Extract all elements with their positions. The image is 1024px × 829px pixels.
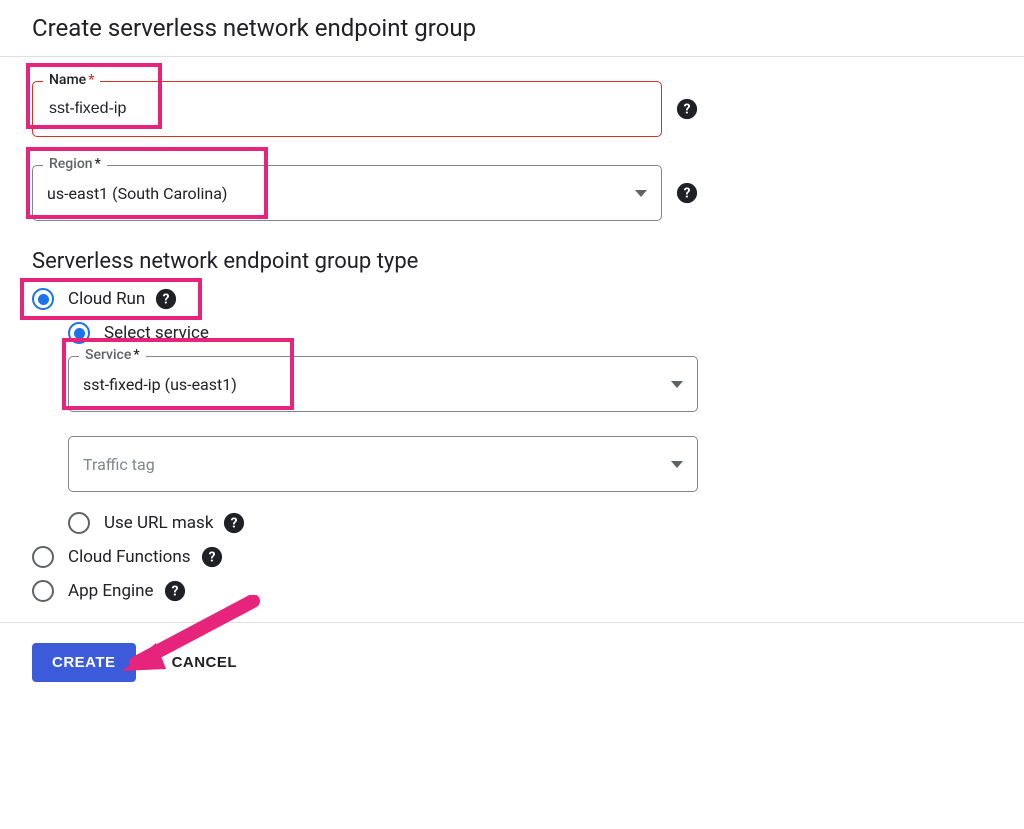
svg-text:?: ? (684, 102, 691, 118)
help-icon[interactable]: ? (676, 182, 698, 204)
page-title: Create serverless network endpoint group (0, 0, 1024, 57)
cancel-button[interactable]: CANCEL (166, 653, 244, 672)
radio-label: Use URL mask (104, 513, 213, 533)
help-icon[interactable]: ? (223, 512, 245, 534)
service-label: Service* (79, 347, 146, 363)
svg-text:?: ? (231, 516, 238, 532)
help-icon[interactable]: ? (155, 288, 177, 310)
section-title: Serverless network endpoint group type (32, 249, 992, 274)
help-icon[interactable]: ? (201, 546, 223, 568)
radio-label: Select service (104, 323, 209, 343)
chevron-down-icon (671, 381, 683, 388)
radio-row-url-mask[interactable]: Use URL mask ? (68, 512, 992, 534)
traffic-tag-placeholder: Traffic tag (83, 455, 155, 474)
svg-text:?: ? (208, 550, 215, 566)
svg-text:?: ? (171, 584, 178, 600)
radio-row-app-engine[interactable]: App Engine ? (32, 580, 992, 602)
radio-label: Cloud Run (68, 289, 145, 309)
name-label: Name* (43, 72, 100, 88)
service-select[interactable]: Service* sst-fixed-ip (us-east1) (68, 356, 698, 412)
radio-select-service[interactable] (68, 322, 90, 344)
traffic-tag-select[interactable]: Traffic tag (68, 436, 698, 492)
name-field-container[interactable]: Name* (32, 81, 662, 137)
radio-label: App Engine (68, 581, 154, 601)
chevron-down-icon (671, 461, 683, 468)
radio-app-engine[interactable] (32, 580, 54, 602)
help-icon[interactable]: ? (676, 98, 698, 120)
help-icon[interactable]: ? (164, 580, 186, 602)
radio-row-select-service[interactable]: Select service (68, 322, 992, 344)
name-input[interactable] (47, 99, 647, 119)
radio-url-mask[interactable] (68, 512, 90, 534)
chevron-down-icon (635, 190, 647, 197)
region-select[interactable]: Region* us-east1 (South Carolina) (32, 165, 662, 221)
svg-text:?: ? (163, 292, 170, 308)
region-value: us-east1 (South Carolina) (47, 184, 227, 203)
radio-row-cloud-functions[interactable]: Cloud Functions ? (32, 546, 992, 568)
radio-cloud-functions[interactable] (32, 546, 54, 568)
radio-cloud-run[interactable] (32, 288, 54, 310)
create-button[interactable]: CREATE (32, 643, 136, 682)
service-value: sst-fixed-ip (us-east1) (83, 375, 237, 394)
svg-text:?: ? (684, 186, 691, 202)
radio-row-cloud-run[interactable]: Cloud Run ? (32, 288, 992, 310)
region-label: Region* (43, 156, 107, 172)
radio-label: Cloud Functions (68, 547, 191, 567)
